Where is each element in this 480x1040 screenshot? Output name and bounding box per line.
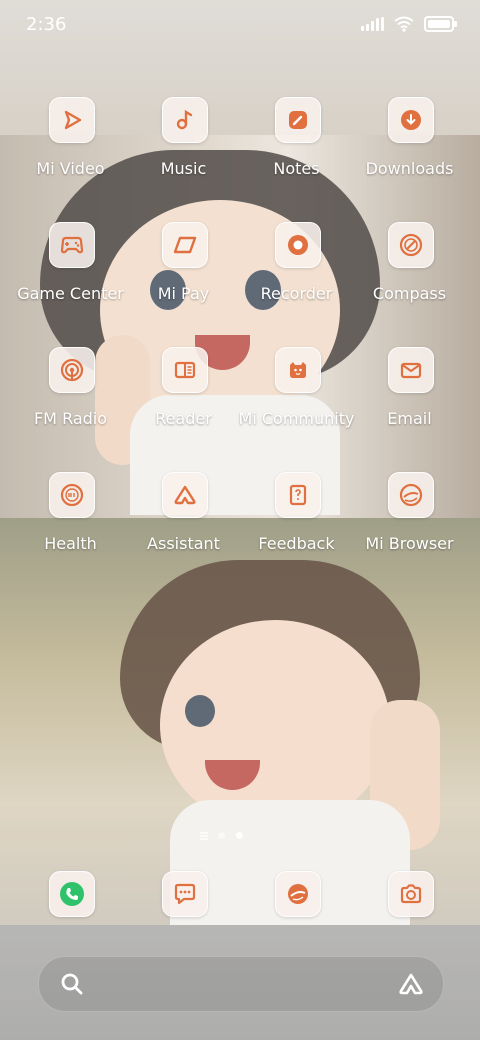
page-dot-2-active (236, 832, 243, 839)
app-music[interactable]: Music (127, 97, 240, 197)
card-icon (162, 222, 208, 268)
app-mi-community[interactable]: Mi Community (239, 347, 354, 447)
app-fm-radio[interactable]: FM Radio (14, 347, 127, 447)
gamepad-icon (49, 222, 95, 268)
app-health[interactable]: Health (14, 472, 127, 572)
app-game-center[interactable]: Game Center (14, 222, 127, 322)
status-time: 2:36 (26, 14, 67, 35)
mail-icon (388, 347, 434, 393)
wifi-icon (394, 16, 414, 32)
community-icon (275, 347, 321, 393)
app-reader[interactable]: Reader (127, 347, 240, 447)
browser-icon (388, 472, 434, 518)
signal-icon (361, 17, 384, 31)
app-assistant[interactable]: Assistant (127, 472, 240, 572)
play-icon (49, 97, 95, 143)
dock-phone[interactable] (49, 871, 95, 917)
app-label: Downloads (365, 159, 454, 178)
app-label: Mi Browser (365, 534, 454, 553)
app-label: Compass (372, 284, 447, 303)
music-note-icon (162, 97, 208, 143)
pencil-icon (275, 97, 321, 143)
app-email[interactable]: Email (353, 347, 466, 447)
camera-icon (398, 882, 424, 906)
app-mi-pay[interactable]: Mi Pay (127, 222, 240, 322)
dock-camera[interactable] (388, 871, 434, 917)
record-icon (275, 222, 321, 268)
download-icon (388, 97, 434, 143)
search-bar[interactable] (38, 956, 444, 1012)
radio-icon (49, 347, 95, 393)
status-bar: 2:36 (0, 0, 480, 50)
battery-icon (424, 16, 457, 32)
app-feedback[interactable]: Feedback (240, 472, 353, 572)
app-mi-browser[interactable]: Mi Browser (353, 472, 466, 572)
page-dot-1 (218, 832, 225, 839)
app-compass[interactable]: Compass (353, 222, 466, 322)
feed-page-icon (200, 832, 208, 840)
app-label: Email (387, 409, 432, 428)
book-icon (162, 347, 208, 393)
assistant-icon[interactable] (397, 971, 425, 997)
dock-browser[interactable] (275, 871, 321, 917)
app-notes[interactable]: Notes (240, 97, 353, 197)
search-icon[interactable] (59, 971, 85, 997)
messages-icon (172, 881, 198, 907)
app-recorder[interactable]: Recorder (240, 222, 353, 322)
compass-icon (388, 222, 434, 268)
app-downloads[interactable]: Downloads (353, 97, 466, 197)
dock-messages[interactable] (162, 871, 208, 917)
assistant-icon (162, 472, 208, 518)
page-indicator[interactable] (198, 830, 258, 842)
browser-icon (286, 882, 310, 906)
feedback-icon (275, 472, 321, 518)
app-mi-video[interactable]: Mi Video (14, 97, 127, 197)
phone-icon (59, 881, 85, 907)
health-icon (49, 472, 95, 518)
